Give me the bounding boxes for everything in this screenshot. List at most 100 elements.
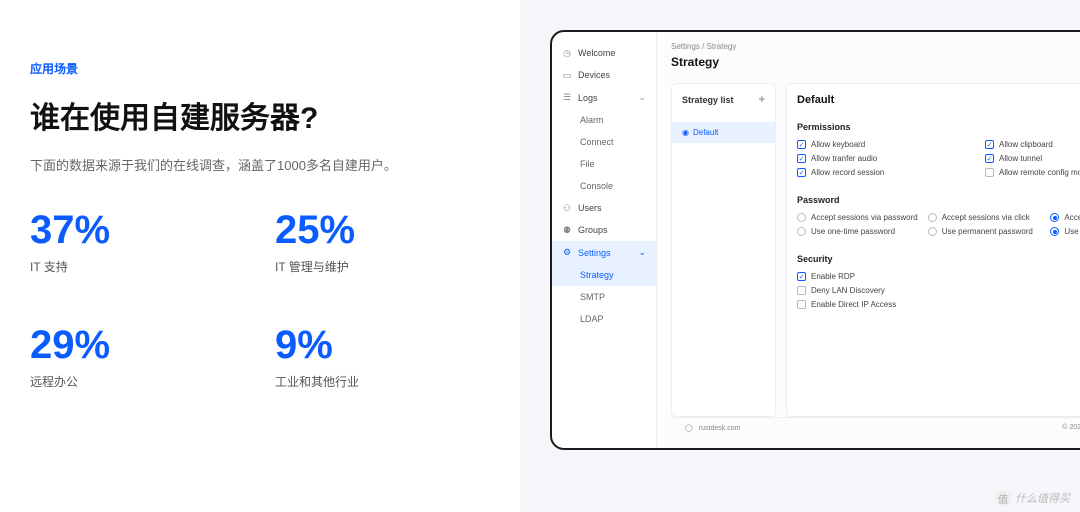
opt-label: Accept sessions via click xyxy=(942,213,1030,222)
sidebar-item-label: Users xyxy=(578,203,602,213)
sidebar-subitem-alarm[interactable]: Alarm xyxy=(552,109,656,131)
add-strategy-button[interactable]: + xyxy=(759,94,765,106)
stat-label: IT 管理与维护 xyxy=(275,258,500,275)
sidebar-subitem-file[interactable]: File xyxy=(552,153,656,175)
footer-copyright: © 2023 Purslane Ltd. Produced xyxy=(1062,424,1080,432)
stats-grid: 37% IT 支持 25% IT 管理与维护 29% 远程办公 9% 工业和其他… xyxy=(30,210,500,390)
checkbox-icon: ✓ xyxy=(797,140,806,149)
app-window: ◷ Welcome ▭ Devices ☰ Logs ⌄ Alarm Conne… xyxy=(550,30,1080,450)
opt-label: Deny LAN Discovery xyxy=(811,286,885,295)
page-heading: 谁在使用自建服务器? xyxy=(30,93,500,137)
stat-value: 37% xyxy=(30,210,255,250)
list-item[interactable]: ◉Default xyxy=(672,122,775,143)
watermark-icon: 值 xyxy=(995,490,1011,506)
opt-accept-both[interactable]: Acce xyxy=(1050,213,1080,222)
opt-label: Allow tunnel xyxy=(999,154,1042,163)
sidebar-subitem-connect[interactable]: Connect xyxy=(552,131,656,153)
sidebar-item-label: Groups xyxy=(578,225,608,235)
sidebar: ◷ Welcome ▭ Devices ☰ Logs ⌄ Alarm Conne… xyxy=(552,32,657,448)
stat-item: 37% IT 支持 xyxy=(30,210,255,275)
breadcrumb: Settings / Strategy xyxy=(671,42,1080,51)
radio-icon xyxy=(797,227,806,236)
opt-enable-direct-ip[interactable]: Enable Direct IP Access xyxy=(797,300,1080,309)
sidebar-item-devices[interactable]: ▭ Devices xyxy=(552,64,656,86)
sidebar-item-groups[interactable]: ⚉ Groups xyxy=(552,219,656,241)
stat-item: 25% IT 管理与维护 xyxy=(275,210,500,275)
list-icon: ☰ xyxy=(562,93,572,103)
strategy-detail-panel: Default Permissions ✓Allow keyboard ✓All… xyxy=(786,83,1080,417)
checkbox-icon: ✓ xyxy=(985,154,994,163)
list-title: Strategy list xyxy=(682,95,734,105)
security-heading: Security xyxy=(797,254,1080,264)
opt-label: Allow clipboard xyxy=(999,140,1053,149)
stat-label: 远程办公 xyxy=(30,373,255,390)
watermark-text: 什么值得买 xyxy=(1015,490,1070,506)
main-content: Settings / Strategy Strategy Strategy li… xyxy=(657,32,1080,448)
opt-label: Use permanent password xyxy=(942,227,1033,236)
opt-deny-lan[interactable]: Deny LAN Discovery xyxy=(797,286,1080,295)
chevron-down-icon: ⌄ xyxy=(638,92,646,103)
opt-label: Use both xyxy=(1064,227,1080,236)
sidebar-item-logs[interactable]: ☰ Logs ⌄ xyxy=(552,86,656,109)
opt-onetime-password[interactable]: Use one-time password xyxy=(797,227,918,236)
opt-accept-click[interactable]: Accept sessions via click xyxy=(928,213,1041,222)
opt-allow-tunnel[interactable]: ✓ Allow tunnel xyxy=(985,154,1080,163)
opt-label: Enable Direct IP Access xyxy=(811,300,896,309)
gear-icon: ⚙ xyxy=(562,248,572,258)
opt-label: Allow remote config modifi xyxy=(999,168,1080,177)
strategy-list-panel: Strategy list + ◉Default xyxy=(671,83,776,417)
checkbox-icon: ✓ xyxy=(797,168,806,177)
sidebar-subitem-smtp[interactable]: SMTP xyxy=(552,286,656,308)
stat-item: 9% 工业和其他行业 xyxy=(275,325,500,390)
sidebar-item-settings[interactable]: ⚙ Settings ⌄ xyxy=(552,241,656,264)
sidebar-subitem-strategy[interactable]: Strategy xyxy=(552,264,656,286)
opt-label: Use one-time password xyxy=(811,227,895,236)
opt-allow-transfer-audio[interactable]: ✓ Allow tranfer audio xyxy=(797,154,975,163)
opt-use-both[interactable]: Use both xyxy=(1050,227,1080,236)
opt-allow-keyboard[interactable]: ✓Allow keyboard xyxy=(797,140,975,149)
sidebar-item-label: Settings xyxy=(578,248,611,258)
sidebar-item-users[interactable]: ⚇ Users xyxy=(552,197,656,219)
opt-accept-password[interactable]: Accept sessions via password xyxy=(797,213,918,222)
monitor-icon: ▭ xyxy=(562,70,572,80)
checkbox-icon: ✓ xyxy=(797,272,806,281)
page-title: Strategy xyxy=(671,55,1080,69)
opt-label: Accept sessions via password xyxy=(811,213,918,222)
sidebar-item-label: Devices xyxy=(578,70,610,80)
radio-icon xyxy=(797,213,806,222)
group-icon: ⚉ xyxy=(562,225,572,235)
permissions-options: ✓Allow keyboard ✓ Allow clipboard ✓ Allow … xyxy=(797,140,1080,177)
user-icon: ⚇ xyxy=(562,203,572,213)
checkbox-icon xyxy=(797,300,806,309)
checkbox-icon xyxy=(985,168,994,177)
password-heading: Password xyxy=(797,195,1080,205)
sidebar-subitem-ldap[interactable]: LDAP xyxy=(552,308,656,330)
opt-label: Enable RDP xyxy=(811,272,855,281)
chevron-down-icon: ⌄ xyxy=(638,247,646,258)
security-options: ✓ Enable RDP Deny LAN Discovery Enable Di… xyxy=(797,272,1080,309)
opt-label: Allow record session xyxy=(811,168,884,177)
checkbox-icon xyxy=(797,286,806,295)
sidebar-subitem-console[interactable]: Console xyxy=(552,175,656,197)
footer-link[interactable]: ◯rustdesk.com xyxy=(685,424,740,432)
eyebrow-label: 应用场景 xyxy=(30,60,500,77)
opt-enable-rdp[interactable]: ✓ Enable RDP xyxy=(797,272,1080,281)
radio-icon xyxy=(1050,227,1059,236)
stat-value: 29% xyxy=(30,325,255,365)
sidebar-item-label: Welcome xyxy=(578,48,615,58)
opt-permanent-password[interactable]: Use permanent password xyxy=(928,227,1041,236)
detail-title: Default xyxy=(797,94,1080,106)
opt-allow-clipboard[interactable]: ✓ Allow clipboard xyxy=(985,140,1080,149)
sidebar-item-welcome[interactable]: ◷ Welcome xyxy=(552,42,656,64)
checkbox-icon: ✓ xyxy=(797,154,806,163)
opt-allow-record[interactable]: ✓ Allow record session xyxy=(797,168,975,177)
opt-label: Acce xyxy=(1064,213,1080,222)
password-options: Accept sessions via password Accept sess… xyxy=(797,213,1080,236)
stat-label: IT 支持 xyxy=(30,258,255,275)
permissions-heading: Permissions xyxy=(797,122,1080,132)
stat-value: 25% xyxy=(275,210,500,250)
opt-label: Allow tranfer audio xyxy=(811,154,877,163)
opt-allow-remote-config[interactable]: Allow remote config modifi xyxy=(985,168,1080,177)
clock-icon: ◷ xyxy=(562,48,572,58)
checkbox-icon: ✓ xyxy=(985,140,994,149)
